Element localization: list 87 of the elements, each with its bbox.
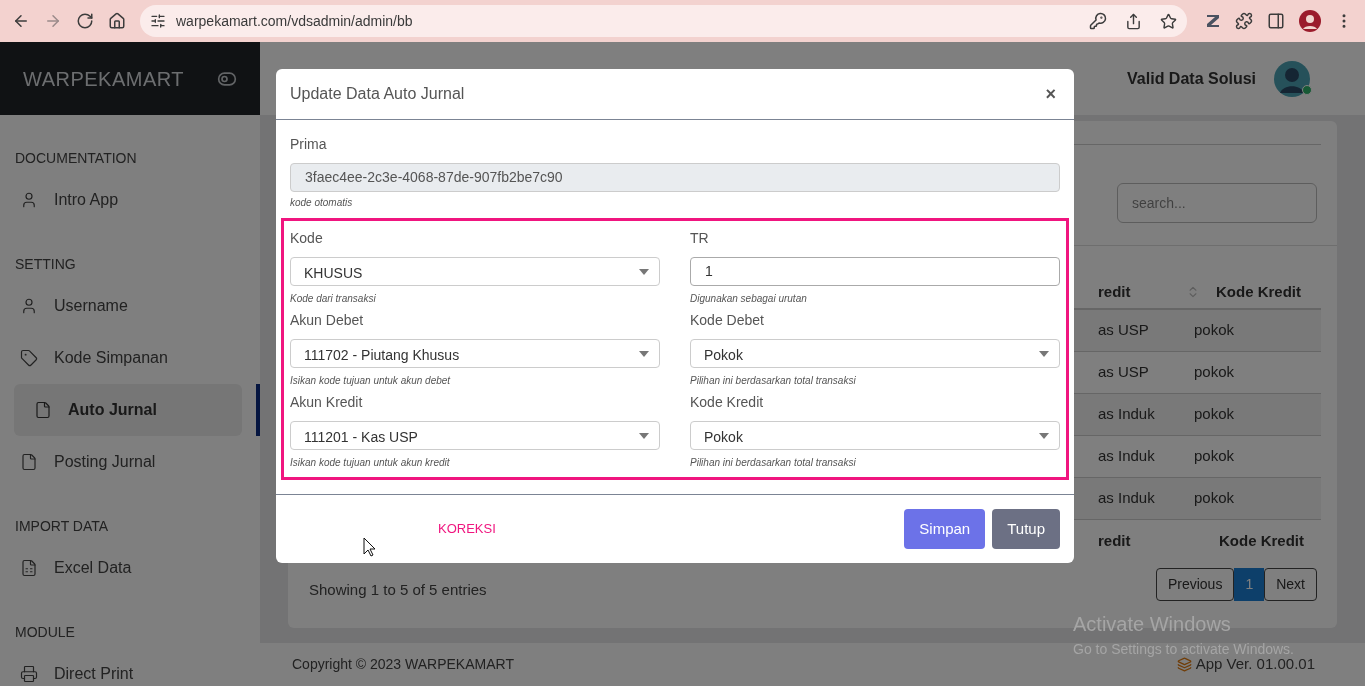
field-hint: Kode dari transaksi: [290, 292, 377, 306]
table-cell-text: pokok: [1193, 488, 1236, 509]
side-panel-icon[interactable]: [1267, 12, 1285, 30]
search-field[interactable]: search...: [1117, 183, 1317, 223]
key-icon[interactable]: [1089, 12, 1107, 30]
user-icon: [20, 297, 38, 315]
select-field[interactable]: Pokok: [690, 421, 1060, 450]
select-field[interactable]: KHUSUS: [290, 257, 660, 286]
column-header[interactable]: redit: [1082, 280, 1182, 304]
share-icon[interactable]: [1125, 12, 1142, 30]
sidebar-item[interactable]: Auto Jurnal: [14, 384, 242, 436]
entries-info: Showing 1 to 5 of 5 entries: [308, 579, 487, 600]
save-button[interactable]: Simpan: [904, 509, 986, 549]
bookmark-star-icon[interactable]: [1160, 12, 1177, 30]
table-cell-text: as Induk: [1097, 446, 1156, 467]
column-header[interactable]: Kode Kredit: [1216, 280, 1301, 304]
spreadsheet-icon: [20, 559, 38, 577]
table-cell-text: as USP: [1097, 362, 1150, 383]
tag-icon: [20, 349, 38, 367]
extension-icon[interactable]: [1205, 13, 1221, 29]
sidebar-item[interactable]: Username: [14, 280, 242, 332]
user-avatar[interactable]: [1274, 60, 1310, 97]
field-label: Akun Kredit: [290, 393, 364, 412]
field-hint: Isikan kode tujuan untuk akun kredit: [290, 456, 451, 470]
extensions-icon[interactable]: [1235, 12, 1253, 30]
close-button[interactable]: ×: [1041, 80, 1060, 108]
table-cell-text: as Induk: [1097, 404, 1156, 425]
url-text: warpekamart.com/vdsadmin/admin/bb: [176, 11, 414, 31]
section-title: IMPORT DATA: [14, 517, 110, 536]
profile-avatar[interactable]: [1299, 10, 1321, 32]
field-hint: Pilihan ini berdasarkan total transaksi: [690, 456, 857, 470]
site-info-icon[interactable]: [150, 13, 166, 29]
layers-icon: [1176, 657, 1192, 672]
sidebar-item[interactable]: Posting Jurnal: [14, 436, 242, 488]
column-footer: redit: [1082, 529, 1182, 553]
dropdown-caret-icon: [1039, 433, 1049, 439]
table-cell-text: pokok: [1193, 446, 1236, 467]
sidebar-item[interactable]: Intro App: [14, 174, 242, 226]
modal-title: Update Data Auto Jurnal: [290, 84, 465, 104]
table-cell-text: pokok: [1193, 320, 1236, 341]
pagination-button[interactable]: Previous: [1155, 568, 1235, 601]
address-bar[interactable]: warpekamart.com/vdsadmin/admin/bb: [140, 5, 1187, 37]
table-cell-text: pokok: [1193, 404, 1236, 425]
field-label: Kode Kredit: [690, 393, 765, 412]
mouse-cursor-icon: [363, 537, 376, 557]
table-cell-text: as USP: [1097, 320, 1150, 341]
dropdown-caret-icon: [639, 269, 649, 275]
pagination-button[interactable]: Next: [1264, 568, 1317, 601]
section-title: DOCUMENTATION: [14, 149, 138, 168]
select-field[interactable]: Pokok: [690, 339, 1060, 368]
correction-link[interactable]: KOREKSI: [438, 519, 496, 539]
field-label: Prima: [290, 135, 328, 154]
file-icon: [20, 453, 38, 471]
pagination-button[interactable]: 1: [1234, 568, 1265, 601]
field-label: TR: [690, 229, 710, 248]
field-hint: Isikan kode tujuan untuk akun debet: [290, 374, 452, 388]
search-input[interactable]: search...: [1132, 192, 1302, 214]
sidebar-item[interactable]: Direct Print: [14, 648, 242, 686]
file-icon: [34, 401, 52, 419]
table-cell-text: pokok: [1193, 362, 1236, 383]
column-footer: Kode Kredit: [1182, 529, 1321, 553]
home-icon[interactable]: [108, 12, 126, 30]
printer-icon: [20, 665, 38, 683]
sidebar-item[interactable]: Kode Simpanan: [14, 332, 242, 384]
select-field[interactable]: 111702 - Piutang Khusus: [290, 339, 660, 368]
back-icon[interactable]: [12, 12, 30, 30]
field-hint: Pilihan ini berdasarkan total transaksi: [690, 374, 857, 388]
field-label: Akun Debet: [290, 311, 365, 330]
version-text: App Ver. 01.00.01: [1195, 654, 1315, 675]
dropdown-caret-icon: [639, 433, 649, 439]
close-button[interactable]: Tutup: [992, 509, 1060, 549]
section-title: SETTING: [14, 255, 77, 274]
select-field[interactable]: 111201 - Kas USP: [290, 421, 660, 450]
user-name: Valid Data Solusi: [1127, 68, 1256, 89]
table-cell-text: as Induk: [1097, 488, 1156, 509]
field-hint: kode otomatis: [290, 196, 354, 210]
field-label: Kode: [290, 229, 324, 248]
user-icon: [20, 191, 38, 209]
prima-field[interactable]: 3faec4ee-2c3e-4068-87de-907fb2be7c90: [290, 163, 1060, 192]
section-title: MODULE: [14, 623, 76, 642]
sidebar-item[interactable]: Excel Data: [14, 542, 242, 594]
brand-name: WARPEKAMART: [23, 66, 185, 92]
copyright-text: Copyright © 2023 WARPEKAMART: [292, 655, 514, 674]
reload-icon[interactable]: [76, 12, 94, 30]
field-hint: Digunakan sebagai urutan: [690, 292, 808, 306]
field-label: Kode Debet: [690, 311, 765, 330]
input-field[interactable]: 1: [690, 257, 1060, 286]
